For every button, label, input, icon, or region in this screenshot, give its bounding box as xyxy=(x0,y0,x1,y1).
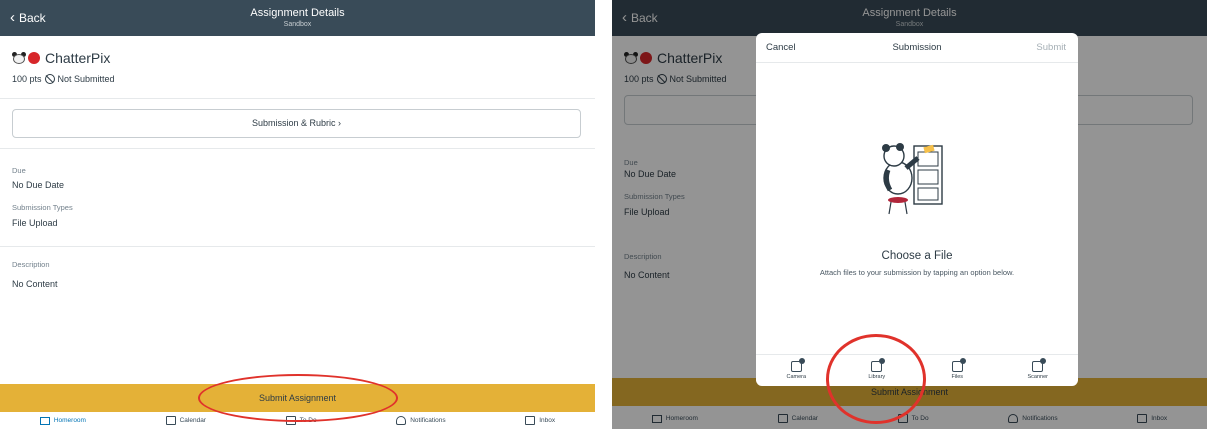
submit-assignment-label: Submit Assignment xyxy=(258,393,337,403)
tab-label: Inbox xyxy=(539,417,556,424)
inbox-icon xyxy=(525,416,536,425)
description-value: No Content xyxy=(12,279,58,289)
home-icon xyxy=(39,416,50,425)
submission-rubric-button[interactable]: Submission & Rubric › xyxy=(12,109,581,138)
submission-rubric-label: Submission & Rubric xyxy=(251,118,336,128)
submit-assignment-button[interactable]: Submit Assignment xyxy=(0,384,595,412)
tab-calendar[interactable]: Calendar xyxy=(165,416,206,425)
assignment-title: ChatterPix xyxy=(12,50,110,66)
scanner-icon xyxy=(1032,358,1047,372)
due-value: No Due Date xyxy=(12,180,65,190)
modal-title: Submission xyxy=(892,42,942,53)
divider xyxy=(0,98,595,99)
tab-label: Homeroom xyxy=(53,417,86,424)
submission-status: Not Submitted xyxy=(57,74,115,84)
library-option[interactable]: Library xyxy=(852,358,902,380)
due-label: Due xyxy=(12,166,26,175)
divider xyxy=(0,246,595,247)
option-label: Files xyxy=(951,374,964,380)
tab-homeroom[interactable]: Homeroom xyxy=(39,416,86,425)
todo-icon xyxy=(285,416,296,425)
option-label: Library xyxy=(868,374,886,380)
assignment-name: ChatterPix xyxy=(45,50,111,66)
divider xyxy=(0,148,595,149)
files-option[interactable]: Files xyxy=(932,358,982,380)
panda-emoji-icon xyxy=(12,52,26,64)
nav-bar: ‹ Back Assignment Details Sandbox xyxy=(0,0,595,36)
camera-option[interactable]: Camera xyxy=(771,358,821,380)
modal-header: Cancel Submission Submit xyxy=(756,33,1078,63)
tab-todo[interactable]: To Do xyxy=(285,416,317,425)
scanner-option[interactable]: Scanner xyxy=(1013,358,1063,380)
submission-modal: Cancel Submission Submit Choose a File A… xyxy=(756,33,1078,386)
choose-file-heading: Choose a File xyxy=(881,250,953,262)
points: 100 pts xyxy=(12,74,42,84)
tab-notifications[interactable]: Notifications xyxy=(396,416,446,425)
bell-icon xyxy=(396,416,407,425)
option-label: Scanner xyxy=(1027,374,1049,380)
option-label: Camera xyxy=(786,374,807,380)
course-subtitle: Sandbox xyxy=(283,21,312,28)
submission-types-label: Submission Types xyxy=(12,203,73,212)
submission-types-value: File Upload xyxy=(12,218,58,228)
description-label: Description xyxy=(12,260,50,269)
tab-inbox[interactable]: Inbox xyxy=(525,416,555,425)
choose-file-message: Attach files to your submission by tappi… xyxy=(819,268,1015,277)
tab-bar: Homeroom Calendar To Do Notifications In… xyxy=(0,412,595,429)
points-status-line: 100 pts Not Submitted xyxy=(12,74,115,84)
not-submitted-icon xyxy=(44,74,55,84)
submission-modal-screen: ‹ Back Assignment Details Sandbox Chatte… xyxy=(612,0,1207,429)
tab-label: To Do xyxy=(299,417,317,424)
assignment-details-screen: ‹ Back Assignment Details Sandbox Chatte… xyxy=(0,0,595,429)
panda-filing-cabinet-illustration xyxy=(882,143,943,215)
tab-label: Notifications xyxy=(410,417,446,424)
camera-icon xyxy=(790,358,805,372)
calendar-icon xyxy=(165,416,176,425)
red-circle-emoji-icon xyxy=(28,52,40,64)
files-icon xyxy=(951,358,966,372)
library-icon xyxy=(871,358,886,372)
file-source-options: Camera Library Files Scanner xyxy=(756,354,1078,386)
page-title: Assignment Details xyxy=(250,7,345,19)
submit-button[interactable]: Submit xyxy=(1036,42,1066,53)
tab-label: Calendar xyxy=(179,417,206,424)
